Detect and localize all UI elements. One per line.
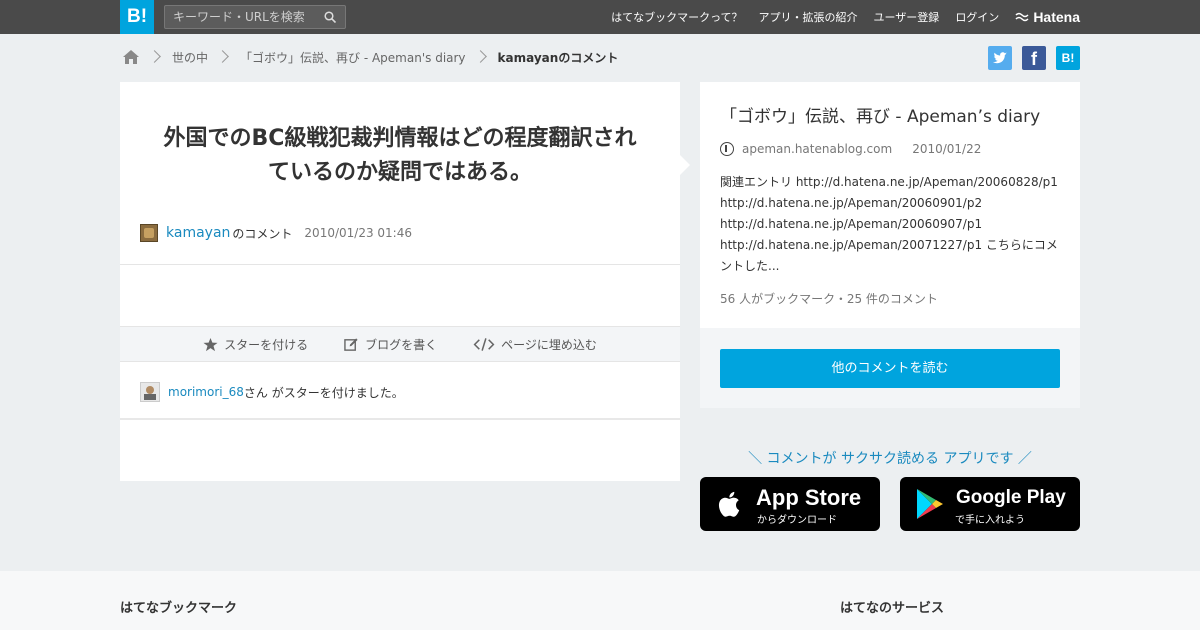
top-nav: はてなブックマークって？ アプリ・拡張の紹介 ユーザー登録 ログイン Haten… [595,0,1080,34]
entry-stats[interactable]: 56 人がブックマーク・25 件のコメント [720,290,938,307]
breadcrumb-category[interactable]: 世の中 [172,49,208,66]
facebook-icon: f [1031,49,1037,69]
star-icon [203,337,218,351]
breadcrumb-current: kamayanのコメント [497,50,619,65]
nav-register[interactable]: ユーザー登録 [874,9,940,25]
hatena-bookmark-icon: B! [1061,51,1075,65]
google-play-title: Google Play [956,487,1066,508]
chevron-right-icon [148,46,164,68]
apple-icon [718,491,740,517]
twitter-share-button[interactable] [988,46,1012,70]
hatena-mark-icon [1015,12,1029,22]
comment-card: 外国でのBC級戦犯裁判情報はどの程度翻訳され ているのか疑問ではある。 kama… [120,82,680,481]
hatena-share-button[interactable]: B! [1056,46,1080,70]
app-promo-text: ＼ コメントが サクサク読める アプリです ／ [748,451,1032,467]
entry-domain[interactable]: apeman.hatenablog.com [742,142,892,156]
footer: はてなブックマーク はてなのサービス [0,571,1200,630]
comment-meta: kamayan のコメント 2010/01/23 01:46 [140,224,412,242]
app-store-subtitle: からダウンロード [757,515,837,526]
more-comments-area: 他のコメントを読む [700,328,1080,408]
breadcrumb-entry[interactable]: 「ゴボウ」伝説、再び - Apeman's diary [240,49,466,66]
excerpt-line: 関連エントリ http://d.hatena.ne.jp/Apeman/2006… [720,175,1058,189]
comment-timestamp[interactable]: 2010/01/23 01:46 [304,226,412,240]
chevron-right-icon [216,46,232,68]
search-box[interactable] [164,5,346,29]
divider [120,418,680,420]
nav-about[interactable]: はてなブックマークって？ [611,9,742,25]
hatena-brand-link[interactable]: Hatena [1015,9,1080,25]
embed-button[interactable]: ページに埋め込む [473,336,597,353]
code-icon [473,337,495,351]
comment-line-2: ているのか疑問ではある。 [267,160,532,185]
divider [120,264,680,265]
star-user-avatar[interactable] [140,382,160,402]
entry-excerpt: 関連エントリ http://d.hatena.ne.jp/Apeman/2006… [720,172,1060,277]
entry-source: apeman.hatenablog.com 2010/01/22 [720,142,981,156]
excerpt-line: http://d.hatena.ne.jp/Apeman/20060907/p1 [720,217,983,231]
search-icon[interactable] [324,11,336,23]
footer-services-title: はてなのサービス [840,601,945,616]
comment-suffix: のコメント [232,226,293,241]
entry-date: 2010/01/22 [912,142,982,156]
read-more-comments-button[interactable]: 他のコメントを読む [720,349,1060,388]
add-star-label: スターを付ける [224,337,309,352]
twitter-icon [993,52,1007,64]
footer-bookmark-title: はてなブックマーク [120,601,238,616]
top-bar: B! はてなブックマークって？ アプリ・拡張の紹介 ユーザー登録 ログイン Ha… [0,0,1200,34]
app-store-title: App Store [756,485,862,510]
google-play-icon [917,489,943,519]
search-input[interactable] [165,6,315,28]
comment-username[interactable]: kamayan [166,225,230,241]
hatena-brand-label: Hatena [1033,9,1080,25]
entry-panel: 「ゴボウ」伝説、再び - Apeman’s diary apeman.haten… [700,82,1080,328]
embed-label: ページに埋め込む [501,337,597,352]
write-blog-button[interactable]: ブログを書く [344,336,437,353]
star-username[interactable]: morimori_68 [168,385,244,399]
star-notice: morimori_68 さん がスターを付けました。 [140,382,404,402]
excerpt-line: http://d.hatena.ne.jp/Apeman/20071227/p1… [720,238,1058,252]
facebook-share-button[interactable]: f [1022,46,1046,70]
site-favicon-icon [720,142,734,156]
star-text: さん がスターを付けました。 [243,385,404,400]
breadcrumb: 世の中 「ゴボウ」伝説、再び - Apeman's diary kamayanの… [122,46,618,68]
nav-login[interactable]: ログイン [955,9,999,25]
nav-apps[interactable]: アプリ・拡張の紹介 [759,9,858,25]
write-blog-label: ブログを書く [365,337,438,352]
google-play-subtitle: で手に入れよう [955,515,1025,526]
comment-line-1: 外国でのBC級戦犯裁判情報はどの程度翻訳され [163,126,637,151]
add-star-button[interactable]: スターを付ける [203,336,308,353]
entry-title[interactable]: 「ゴボウ」伝説、再び - Apeman’s diary [720,102,1040,127]
chevron-right-icon [474,46,490,68]
home-icon[interactable] [122,49,140,65]
comment-text: 外国でのBC級戦犯裁判情報はどの程度翻訳され ているのか疑問ではある。 [150,122,650,190]
hatena-bookmark-logo[interactable]: B! [120,0,154,34]
user-avatar[interactable] [140,224,158,242]
google-play-button[interactable]: Google Play で手に入れよう [900,477,1080,531]
excerpt-line: ントした... [720,259,780,273]
app-store-button[interactable]: App Store からダウンロード [700,477,880,531]
excerpt-line: http://d.hatena.ne.jp/Apeman/20060901/p2 [720,196,983,210]
comment-actions: スターを付ける ブログを書く ページに埋め込む [120,326,680,362]
edit-icon [344,337,358,351]
card-pointer [680,155,690,175]
